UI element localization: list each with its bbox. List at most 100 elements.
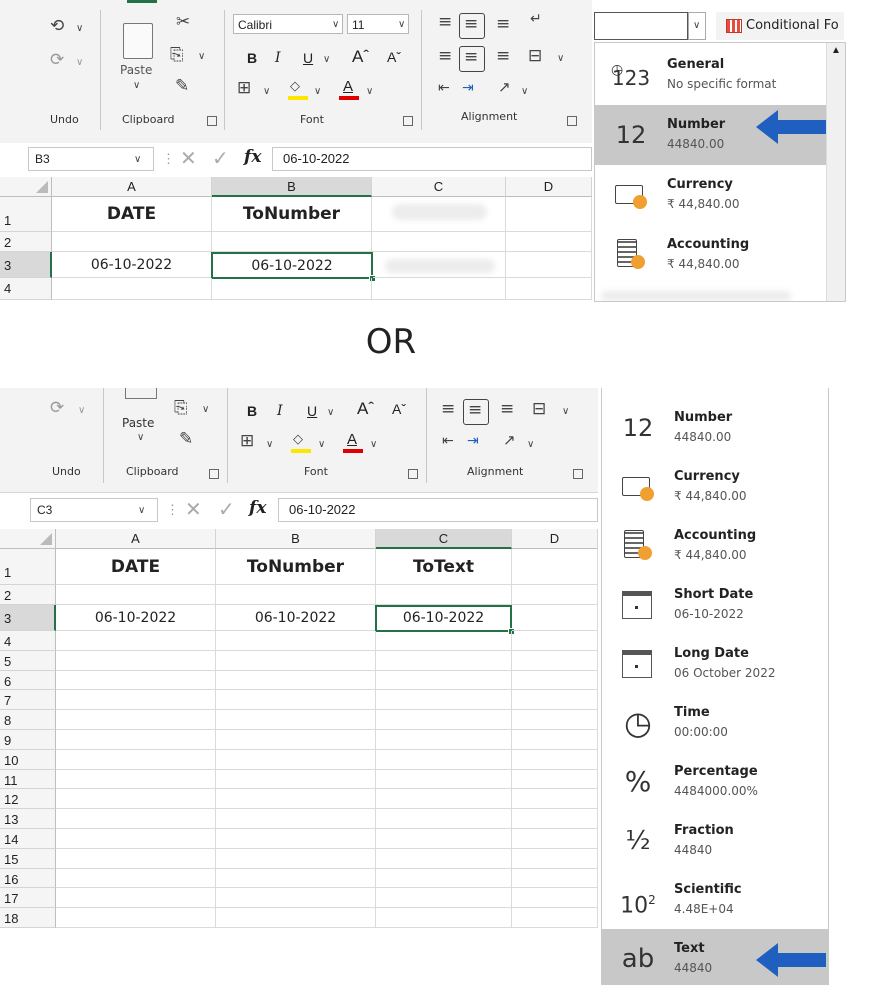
cell-c18[interactable] <box>376 908 512 928</box>
increase-indent-icon[interactable]: ⇥ <box>462 81 474 95</box>
format-option-scientific[interactable]: 102 Scientific 4.48E+04 <box>602 870 828 930</box>
align-middle-button[interactable]: ≡ <box>459 13 485 39</box>
align-bottom-icon[interactable]: ≡ <box>496 16 510 33</box>
undo-dropdown-icon[interactable]: ∨ <box>76 23 83 34</box>
row-header-16[interactable]: 16 <box>0 868 56 889</box>
font-launcher-icon[interactable] <box>408 469 418 479</box>
row-header-11[interactable]: 11 <box>0 769 56 790</box>
cell-c3[interactable]: 06-10-2022 <box>375 605 512 632</box>
cell-d18[interactable] <box>512 908 598 928</box>
paste-icon[interactable] <box>125 388 157 399</box>
row-header-4[interactable]: 4 <box>0 631 56 651</box>
paste-button-label[interactable]: Paste <box>120 63 152 77</box>
cell-b17[interactable] <box>216 888 376 909</box>
cell-a8[interactable] <box>56 710 216 730</box>
scroll-up-icon[interactable]: ▲ <box>831 45 841 56</box>
row-header-3[interactable]: 3 <box>0 605 56 631</box>
cell-a14[interactable] <box>56 829 216 849</box>
orientation-icon[interactable]: ↗ <box>498 80 511 95</box>
format-painter-icon[interactable]: ✎ <box>179 431 193 448</box>
redo-icon[interactable]: ⟳ <box>50 400 64 417</box>
redo-dropdown-icon[interactable]: ∨ <box>78 405 85 416</box>
cell-d15[interactable] <box>512 848 598 869</box>
row-header-13[interactable]: 13 <box>0 809 56 829</box>
cell-d10[interactable] <box>512 749 598 770</box>
row-header-12[interactable]: 12 <box>0 789 56 810</box>
menu-scrollbar[interactable]: ▲ <box>826 43 845 301</box>
borders-dropdown-icon[interactable]: ∨ <box>266 439 273 450</box>
cell-b13[interactable] <box>216 809 376 829</box>
align-left-icon[interactable]: ≡ <box>438 48 452 65</box>
column-header-d[interactable]: D <box>506 177 592 197</box>
cell-a7[interactable] <box>56 690 216 711</box>
cell-b2[interactable] <box>216 585 376 605</box>
merge-center-icon[interactable]: ⊟ <box>532 401 546 418</box>
fill-color-icon[interactable]: ◇ <box>288 80 308 100</box>
cell-b4[interactable] <box>212 278 372 300</box>
cell-c4[interactable] <box>372 278 506 300</box>
merge-dropdown-icon[interactable]: ∨ <box>557 53 564 64</box>
underline-button[interactable]: U <box>303 50 313 66</box>
cell-d3[interactable] <box>512 605 598 631</box>
number-format-dropdown-button[interactable]: ∨ <box>688 12 706 40</box>
formula-input[interactable]: 06-10-2022 <box>272 147 592 171</box>
format-option-percentage[interactable]: % Percentage 4484000.00% <box>602 752 828 812</box>
row-header-17[interactable]: 17 <box>0 888 56 909</box>
cell-a2[interactable] <box>56 585 216 605</box>
font-name-select[interactable]: Calibri <box>233 14 343 34</box>
underline-dropdown-icon[interactable]: ∨ <box>323 54 330 65</box>
cell-a2[interactable] <box>52 232 212 252</box>
cancel-icon[interactable]: ✕ <box>185 497 202 522</box>
cell-d4[interactable] <box>506 278 592 300</box>
column-header-a[interactable]: A <box>56 529 216 549</box>
conditional-formatting-button[interactable]: Conditional Fo <box>716 12 844 40</box>
cell-c15[interactable] <box>376 848 512 869</box>
select-all-corner[interactable] <box>0 177 52 197</box>
copy-icon[interactable]: ⎘ <box>174 400 188 417</box>
paste-dropdown-icon[interactable]: ∨ <box>133 80 140 91</box>
row-header-9[interactable]: 9 <box>0 730 56 750</box>
cell-d17[interactable] <box>512 888 598 909</box>
row-header-7[interactable]: 7 <box>0 690 56 711</box>
clipboard-launcher-icon[interactable] <box>209 469 219 479</box>
format-painter-icon[interactable]: ✎ <box>175 78 189 95</box>
cell-d9[interactable] <box>512 730 598 750</box>
bold-button[interactable]: B <box>247 50 257 66</box>
cell-a6[interactable] <box>56 670 216 691</box>
font-color-dropdown-icon[interactable]: ∨ <box>370 439 377 450</box>
format-option-currency[interactable]: Currency ₹ 44,840.00 <box>595 165 845 225</box>
cell-a3[interactable]: 06-10-2022 <box>52 252 212 278</box>
cell-b14[interactable] <box>216 829 376 849</box>
enter-icon[interactable]: ✓ <box>218 497 235 522</box>
cell-d2[interactable] <box>512 585 598 605</box>
cell-d1[interactable] <box>506 197 592 232</box>
orientation-dropdown-icon[interactable]: ∨ <box>521 86 528 97</box>
cell-c2[interactable] <box>372 232 506 252</box>
cell-b6[interactable] <box>216 670 376 691</box>
cell-c2[interactable] <box>376 585 512 605</box>
format-option-number[interactable]: 12 Number 44840.00 <box>602 398 828 458</box>
cell-a10[interactable] <box>56 749 216 770</box>
clipboard-launcher-icon[interactable] <box>207 116 217 126</box>
cell-b15[interactable] <box>216 848 376 869</box>
format-option-accounting[interactable]: Accounting ₹ 44,840.00 <box>595 225 845 285</box>
align-center-button[interactable]: ≡ <box>459 46 485 72</box>
cell-a17[interactable] <box>56 888 216 909</box>
row-header-6[interactable]: 6 <box>0 670 56 691</box>
cancel-icon[interactable]: ✕ <box>180 146 197 171</box>
cell-b5[interactable] <box>216 650 376 671</box>
wrap-text-icon[interactable]: ↵ <box>530 12 542 26</box>
cell-d16[interactable] <box>512 868 598 889</box>
cell-c6[interactable] <box>376 670 512 691</box>
cell-a4[interactable] <box>52 278 212 300</box>
cell-b12[interactable] <box>216 789 376 810</box>
align-right-icon[interactable]: ≡ <box>500 401 514 418</box>
cell-a18[interactable] <box>56 908 216 928</box>
insert-function-icon[interactable]: fx <box>249 498 266 518</box>
column-header-b[interactable]: B <box>216 529 376 549</box>
fill-color-dropdown-icon[interactable]: ∨ <box>314 86 321 97</box>
cell-d3[interactable] <box>506 252 592 278</box>
cell-d13[interactable] <box>512 809 598 829</box>
decrease-indent-icon[interactable]: ⇤ <box>438 81 450 95</box>
cell-c7[interactable] <box>376 690 512 711</box>
